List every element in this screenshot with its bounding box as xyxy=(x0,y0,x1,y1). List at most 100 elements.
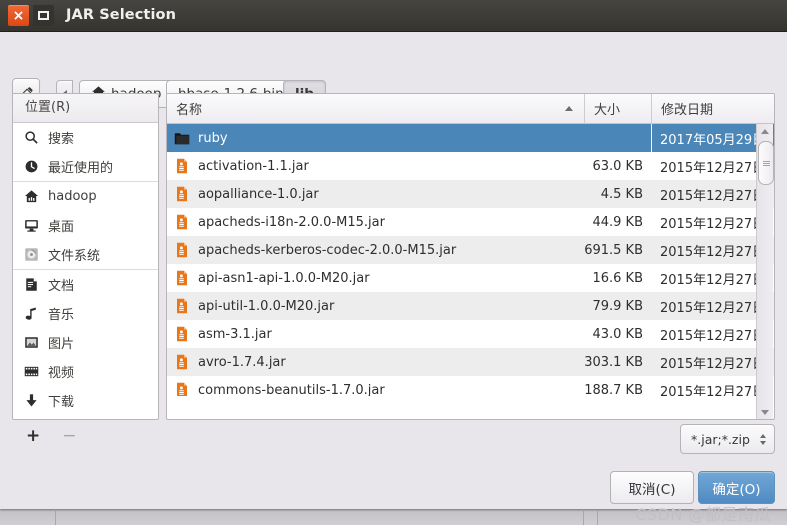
sidebar-item-filesystem[interactable]: 文件系统 xyxy=(13,240,158,269)
file-list-scrollbar[interactable] xyxy=(756,124,774,419)
search-icon xyxy=(23,129,40,146)
sidebar-item-music[interactable]: 音乐 xyxy=(13,299,158,328)
sidebar-item-label: 文档 xyxy=(48,279,75,294)
column-header-modified-label: 修改日期 xyxy=(661,103,714,118)
watermark: CSDN @都是南瓜 xyxy=(635,505,771,524)
desktop-icon xyxy=(23,217,40,234)
jar-file-icon xyxy=(174,326,190,342)
sidebar-item-label: 下载 xyxy=(48,395,75,410)
sidebar-item-desktop[interactable]: 桌面 xyxy=(13,211,158,240)
jar-file-icon xyxy=(174,158,190,174)
column-header-size[interactable]: 大小 xyxy=(584,94,651,123)
file-name-cell: ruby xyxy=(167,124,584,152)
places-sidebar: 位置(R) 搜索 最近使用的 hadoop 桌面 文件系统 文档 音乐 图片 视… xyxy=(12,93,159,420)
table-row[interactable]: api-util-1.0.0-M20.jar 79.9 KB 2015年12月27日 xyxy=(167,292,774,320)
dialog-body: 位置(R) 搜索 最近使用的 hadoop 桌面 文件系统 文档 音乐 图片 视… xyxy=(0,81,787,444)
cancel-button-label: 取消(C) xyxy=(628,481,676,498)
table-row[interactable]: apacheds-kerberos-codec-2.0.0-M15.jar 691… xyxy=(167,236,774,264)
file-name-cell: activation-1.1.jar xyxy=(167,152,584,180)
table-row[interactable]: api-asn1-api-1.0.0-M20.jar 16.6 KB 2015年12… xyxy=(167,264,774,292)
file-size-cell: 303.1 KB xyxy=(584,348,651,376)
table-row[interactable]: apacheds-i18n-2.0.0-M15.jar 44.9 KB 2015年1… xyxy=(167,208,774,236)
chevron-updown-icon xyxy=(759,433,766,445)
sidebar-item-label: 视频 xyxy=(48,366,75,381)
places-header: 位置(R) xyxy=(13,94,158,123)
music-icon xyxy=(23,305,40,322)
home-icon xyxy=(23,188,40,205)
file-list-header: 名称 大小 修改日期 xyxy=(167,94,774,124)
file-name-label: ruby xyxy=(198,130,228,146)
sidebar-item-label: 图片 xyxy=(48,337,75,352)
jar-file-icon xyxy=(174,382,190,396)
desktop-background: × JAR Selection 位置(R) 搜索 最近使用的 hadoop 桌面… xyxy=(0,0,787,525)
sidebar-item-pictures[interactable]: 图片 xyxy=(13,328,158,357)
file-name-label: activation-1.1.jar xyxy=(198,158,309,174)
sidebar-item-label: 最近使用的 xyxy=(48,161,114,176)
file-name-cell: commons-beanutils-1.7.0.jar xyxy=(167,376,584,396)
sidebar-item-videos[interactable]: 视频 xyxy=(13,357,158,386)
file-filter-dropdown[interactable]: *.jar;*.zip xyxy=(680,424,775,454)
ok-button[interactable]: 确定(O) xyxy=(698,471,775,504)
file-name-label: api-util-1.0.0-M20.jar xyxy=(198,298,335,314)
sidebar-item-downloads[interactable]: 下载 xyxy=(13,386,158,415)
disk-icon xyxy=(23,246,40,263)
close-glyph: × xyxy=(12,7,25,24)
maximize-icon[interactable] xyxy=(33,5,54,26)
cancel-button[interactable]: 取消(C) xyxy=(610,471,694,504)
file-list-pane: 名称 大小 修改日期 ruby 2017年05月29日 activation-1.1… xyxy=(166,93,775,420)
title-bar: × JAR Selection xyxy=(0,0,787,32)
file-name-label: apacheds-kerberos-codec-2.0.0-M15.jar xyxy=(198,242,457,258)
file-size-cell: 691.5 KB xyxy=(584,236,651,264)
file-name-cell: api-util-1.0.0-M20.jar xyxy=(167,292,584,320)
file-filter-value: *.jar;*.zip xyxy=(691,431,750,447)
jar-file-icon xyxy=(174,298,190,314)
download-icon xyxy=(23,392,40,409)
sidebar-item-search[interactable]: 搜索 xyxy=(13,123,158,152)
jar-file-icon xyxy=(174,214,190,230)
file-name-cell: apacheds-kerberos-codec-2.0.0-M15.jar xyxy=(167,236,584,264)
scroll-down-icon[interactable] xyxy=(757,405,773,419)
table-row[interactable]: ruby 2017年05月29日 xyxy=(167,124,774,152)
jar-file-icon xyxy=(174,186,190,202)
jar-file-icon xyxy=(174,354,190,370)
path-bar: hadoop hbase-1.2.6-bin lib xyxy=(0,32,787,110)
file-size-cell: 79.9 KB xyxy=(584,292,651,320)
table-row[interactable]: avro-1.7.4.jar 303.1 KB 2015年12月27日 xyxy=(167,348,774,376)
scrollbar-thumb[interactable] xyxy=(758,141,774,185)
sidebar-item-label: hadoop xyxy=(48,189,97,204)
file-name-cell: avro-1.7.4.jar xyxy=(167,348,584,376)
sidebar-item-documents[interactable]: 文档 xyxy=(13,269,158,299)
sidebar-item-recent[interactable]: 最近使用的 xyxy=(13,152,158,181)
file-size-cell: 4.5 KB xyxy=(584,180,651,208)
file-name-label: api-asn1-api-1.0.0-M20.jar xyxy=(198,270,370,286)
close-icon[interactable]: × xyxy=(8,5,29,26)
table-row[interactable]: aopalliance-1.0.jar 4.5 KB 2015年12月27日 xyxy=(167,180,774,208)
file-name-label: asm-3.1.jar xyxy=(198,326,272,342)
sidebar-item-label: 文件系统 xyxy=(48,249,101,264)
table-row[interactable]: commons-beanutils-1.7.0.jar 188.7 KB 2015年… xyxy=(167,376,774,396)
file-name-label: avro-1.7.4.jar xyxy=(198,354,286,370)
file-size-cell: 188.7 KB xyxy=(584,376,651,396)
table-row[interactable]: asm-3.1.jar 43.0 KB 2015年12月27日 xyxy=(167,320,774,348)
scroll-up-icon[interactable] xyxy=(757,124,773,139)
file-name-label: commons-beanutils-1.7.0.jar xyxy=(198,382,385,397)
sidebar-item-hadoop[interactable]: hadoop xyxy=(13,181,158,211)
ok-button-label: 确定(O) xyxy=(712,481,761,498)
file-size-cell: 16.6 KB xyxy=(584,264,651,292)
document-icon xyxy=(23,276,40,293)
sidebar-item-label: 音乐 xyxy=(48,308,75,323)
column-header-name[interactable]: 名称 xyxy=(167,94,584,123)
file-size-cell: 63.0 KB xyxy=(584,152,651,180)
jar-file-icon xyxy=(174,242,190,258)
file-name-label: aopalliance-1.0.jar xyxy=(198,186,319,202)
sidebar-item-label: 桌面 xyxy=(48,220,75,235)
table-row[interactable]: activation-1.1.jar 63.0 KB 2015年12月27日 xyxy=(167,152,774,180)
file-name-cell: api-asn1-api-1.0.0-M20.jar xyxy=(167,264,584,292)
window-title: JAR Selection xyxy=(66,7,176,23)
file-name-cell: apacheds-i18n-2.0.0-M15.jar xyxy=(167,208,584,236)
column-header-size-label: 大小 xyxy=(594,103,621,118)
column-header-modified[interactable]: 修改日期 xyxy=(651,94,774,123)
folder-icon xyxy=(174,130,190,146)
file-size-cell: 43.0 KB xyxy=(584,320,651,348)
clock-icon xyxy=(23,158,40,175)
